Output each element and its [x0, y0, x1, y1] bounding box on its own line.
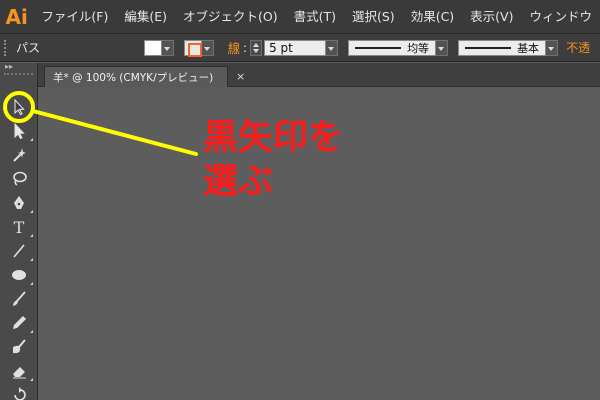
brush-label: 基本: [517, 41, 540, 55]
profile-line-sample: [355, 46, 402, 49]
white-arrow-icon: [14, 122, 25, 140]
control-bar-grip[interactable]: [4, 39, 8, 56]
tools-panel: ▸▸ T: [0, 63, 38, 400]
stroke-colon: :: [243, 40, 248, 55]
tool-flyout-indicator: [30, 210, 33, 213]
rotate-tool[interactable]: [8, 384, 30, 400]
eraser-icon: [13, 367, 26, 379]
lasso-icon: [13, 171, 27, 186]
opacity-label[interactable]: 不透: [566, 39, 590, 56]
selection-type-label: パス: [16, 41, 41, 55]
menu-view[interactable]: 表示(V): [462, 0, 521, 33]
menu-select[interactable]: 選択(S): [344, 0, 403, 33]
tools-panel-grip[interactable]: [4, 73, 33, 79]
annotation-text: 黒矢印を 選ぶ: [203, 118, 344, 202]
document-tab[interactable]: 羊* @ 100% (CMYK/プレビュー): [44, 66, 228, 87]
tools-panel-collapse[interactable]: ▸▸: [0, 63, 37, 73]
brush-dropdown[interactable]: [546, 39, 559, 56]
pencil-icon: [13, 316, 26, 329]
document-tab-title: 羊* @ 100% (CMYK/プレビュー): [53, 71, 214, 84]
paintbrush-icon: [13, 291, 26, 306]
tool-flyout-indicator: [30, 282, 33, 285]
line-tool[interactable]: [8, 240, 33, 262]
ellipse-icon: [12, 270, 26, 280]
type-icon: T: [13, 217, 25, 237]
tool-flyout-indicator: [30, 378, 33, 381]
lasso-tool[interactable]: [8, 168, 30, 190]
profile-label: 均等: [407, 41, 430, 55]
menu-object[interactable]: オブジェクト(O): [175, 0, 286, 33]
stroke-weight-dropdown[interactable]: [326, 39, 339, 56]
stroke-weight-spinner[interactable]: [250, 39, 263, 56]
rotate-icon: [14, 387, 26, 400]
app-logo: Ai: [5, 4, 28, 29]
tool-flyout-indicator: [30, 234, 33, 237]
line-icon: [13, 244, 25, 258]
menu-bar: Ai ファイル(F) 編集(E) オブジェクト(O) 書式(T) 選択(S) 効…: [0, 0, 600, 34]
magic-wand-icon: [13, 148, 26, 162]
close-tab-icon[interactable]: ×: [236, 70, 245, 83]
pencil-tool[interactable]: [8, 312, 33, 334]
blob-brush-icon: [13, 339, 26, 354]
tool-flyout-indicator: [30, 258, 33, 261]
stroke-label[interactable]: 線: [228, 39, 240, 56]
stroke-swatch[interactable]: [184, 39, 202, 57]
document-tab-bar: 羊* @ 100% (CMYK/プレビュー) ×: [38, 63, 600, 87]
blob-brush-tool[interactable]: [8, 336, 30, 358]
black-arrow-icon: [14, 98, 25, 116]
tool-flyout-indicator: [30, 138, 33, 141]
selection-tool[interactable]: [8, 96, 30, 118]
menu-file[interactable]: ファイル(F): [33, 0, 116, 33]
stroke-dropdown[interactable]: [202, 39, 214, 56]
pen-tool[interactable]: [8, 192, 33, 214]
pen-icon: [14, 196, 24, 209]
ellipse-tool[interactable]: [8, 264, 33, 286]
tool-flyout-indicator: [30, 330, 33, 333]
menu-window[interactable]: ウィンドウ: [521, 0, 600, 33]
fill-dropdown[interactable]: [162, 39, 174, 56]
type-tool[interactable]: T: [8, 216, 33, 238]
brush-line-sample: [465, 46, 512, 49]
stroke-weight-input[interactable]: 5 pt: [264, 39, 327, 56]
control-bar: パス 線 : 5 pt 均等 基本 不透: [0, 34, 600, 62]
fill-swatch[interactable]: [144, 39, 162, 56]
magic-wand-tool[interactable]: [8, 144, 30, 166]
variable-width-profile[interactable]: 均等: [348, 39, 437, 56]
menu-type[interactable]: 書式(T): [286, 0, 344, 33]
profile-dropdown[interactable]: [436, 39, 449, 56]
paintbrush-tool[interactable]: [8, 288, 30, 310]
menu-effect[interactable]: 効果(C): [403, 0, 462, 33]
direct-selection-tool[interactable]: [8, 120, 33, 142]
menu-edit[interactable]: 編集(E): [116, 0, 175, 33]
brush-definition[interactable]: 基本: [458, 39, 547, 56]
eraser-tool[interactable]: [8, 360, 33, 382]
